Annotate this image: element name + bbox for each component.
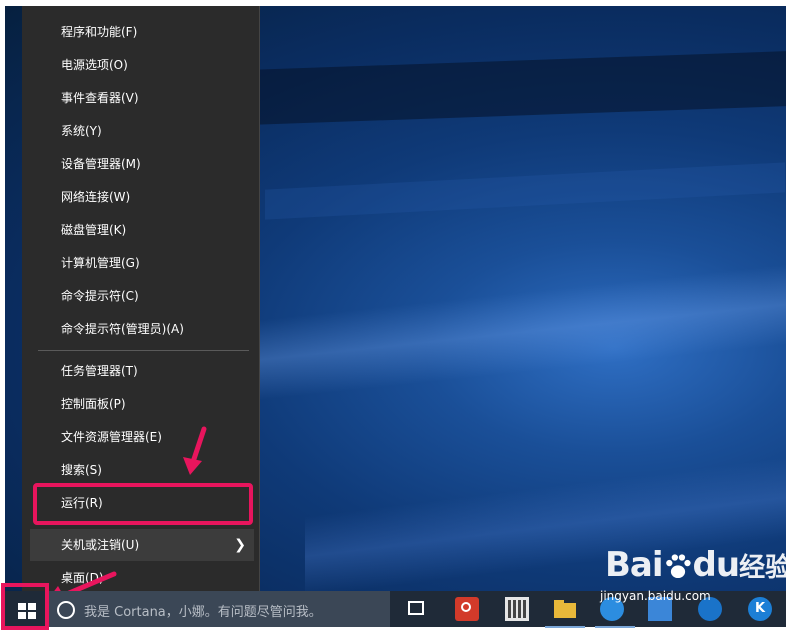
file-explorer-icon[interactable] bbox=[553, 597, 577, 621]
menu-item-shutdown-signout[interactable]: 关机或注销(U) ❯ bbox=[30, 529, 254, 561]
wallpaper-beam bbox=[265, 162, 785, 220]
menu-item-command-prompt-admin[interactable]: 命令提示符(管理员)(A) bbox=[30, 313, 254, 345]
search-placeholder: 我是 Cortana，小娜。有问题尽管问我。 bbox=[84, 605, 322, 620]
menu-item-power-options[interactable]: 电源选项(O) bbox=[30, 49, 254, 81]
menu-item-event-viewer[interactable]: 事件查看器(V) bbox=[30, 82, 254, 114]
run-highlight-callout bbox=[33, 483, 253, 525]
task-view-icon[interactable] bbox=[405, 597, 429, 621]
watermark-brand-latin: Bai bbox=[605, 545, 664, 585]
k-app-icon[interactable]: K bbox=[748, 597, 772, 621]
wallpaper-beam bbox=[205, 50, 786, 127]
k-app-letter: K bbox=[754, 601, 766, 616]
power-app-icon[interactable] bbox=[455, 597, 479, 621]
baidu-paw-icon bbox=[665, 554, 691, 579]
menu-item-network-connections[interactable]: 网络连接(W) bbox=[30, 181, 254, 213]
menu-item-file-explorer[interactable]: 文件资源管理器(E) bbox=[30, 421, 254, 453]
menu-item-command-prompt[interactable]: 命令提示符(C) bbox=[30, 280, 254, 312]
menu-item-system[interactable]: 系统(Y) bbox=[30, 115, 254, 147]
menu-item-device-manager[interactable]: 设备管理器(M) bbox=[30, 148, 254, 180]
menu-item-disk-management[interactable]: 磁盘管理(K) bbox=[30, 214, 254, 246]
cortana-search-box[interactable]: 我是 Cortana，小娜。有问题尽管问我。 bbox=[49, 591, 390, 627]
running-indicator bbox=[595, 626, 635, 628]
running-indicator bbox=[545, 626, 585, 628]
menu-item-computer-management[interactable]: 计算机管理(G) bbox=[30, 247, 254, 279]
calculator-icon[interactable] bbox=[505, 597, 529, 621]
watermark-url: jingyan.baidu.com bbox=[600, 589, 711, 603]
baidu-jingyan-watermark: Bai du经验 jingyan.baidu.com bbox=[600, 545, 792, 603]
watermark-brand-cn: 经验 bbox=[739, 553, 792, 583]
menu-item-control-panel[interactable]: 控制面板(P) bbox=[30, 388, 254, 420]
pointer-arrow-icon bbox=[183, 426, 207, 475]
wallpaper-beam bbox=[255, 261, 786, 401]
cortana-icon bbox=[57, 601, 75, 619]
menu-item-programs-features[interactable]: 程序和功能(F) bbox=[30, 16, 254, 48]
chevron-right-icon: ❯ bbox=[234, 537, 246, 553]
menu-item-task-manager[interactable]: 任务管理器(T) bbox=[30, 355, 254, 387]
menu-separator bbox=[38, 350, 249, 351]
watermark-brand-latin-2: du bbox=[692, 545, 741, 585]
menu-item-search[interactable]: 搜索(S) bbox=[30, 454, 254, 486]
